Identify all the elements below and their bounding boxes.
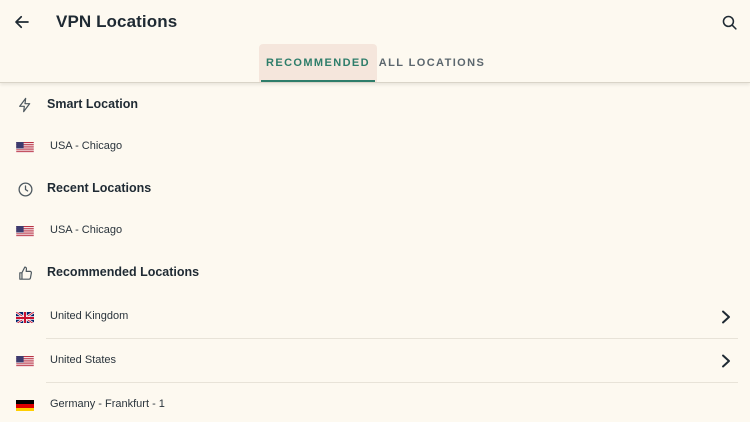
location-row-united-states[interactable]: United States xyxy=(0,339,750,383)
tab-all-locations[interactable]: ALL LOCATIONS xyxy=(377,44,487,82)
location-row[interactable]: USA - Chicago xyxy=(0,211,750,251)
us-flag-icon xyxy=(16,225,34,237)
location-label: USA - Chicago xyxy=(50,224,123,236)
arrow-left-icon xyxy=(15,15,29,29)
clock-icon xyxy=(16,180,34,198)
location-label: United States xyxy=(50,354,117,366)
search-button[interactable] xyxy=(716,9,742,35)
section-recent-locations: Recent Locations xyxy=(0,167,750,211)
locations-list[interactable]: Smart Location USA - Chicago Recent Loca… xyxy=(0,83,750,422)
app-header: VPN Locations RECOMMENDED ALL LOCATIONS xyxy=(0,0,750,83)
de-flag-icon xyxy=(16,399,34,411)
us-flag-icon xyxy=(16,141,34,153)
tab-recommended[interactable]: RECOMMENDED xyxy=(259,44,377,82)
lightning-icon xyxy=(16,96,34,114)
us-flag-icon xyxy=(16,355,34,367)
section-title: Recent Locations xyxy=(47,181,152,195)
location-row-united-kingdom[interactable]: United Kingdom xyxy=(0,295,750,339)
section-smart-location: Smart Location xyxy=(0,83,750,127)
location-row-germany-frankfurt[interactable]: Germany - Frankfurt - 1 xyxy=(0,383,750,422)
section-title: Recommended Locations xyxy=(47,265,200,279)
page-title: VPN Locations xyxy=(56,12,178,31)
location-tabs: RECOMMENDED ALL LOCATIONS xyxy=(0,44,750,82)
uk-flag-icon xyxy=(16,311,34,323)
location-label: Germany - Frankfurt - 1 xyxy=(50,398,165,410)
location-label: USA - Chicago xyxy=(50,140,123,152)
location-row[interactable]: USA - Chicago xyxy=(0,127,750,167)
back-button[interactable] xyxy=(9,9,35,35)
location-label: United Kingdom xyxy=(50,310,129,322)
section-title: Smart Location xyxy=(47,97,138,111)
search-icon xyxy=(722,15,737,30)
chevron-right-icon[interactable] xyxy=(718,353,734,369)
section-recommended-locations: Recommended Locations xyxy=(0,251,750,295)
thumbs-up-icon xyxy=(16,264,34,282)
vpn-locations-screen: VPN Locations RECOMMENDED ALL LOCATIONS … xyxy=(0,0,750,422)
chevron-right-icon[interactable] xyxy=(718,309,734,325)
